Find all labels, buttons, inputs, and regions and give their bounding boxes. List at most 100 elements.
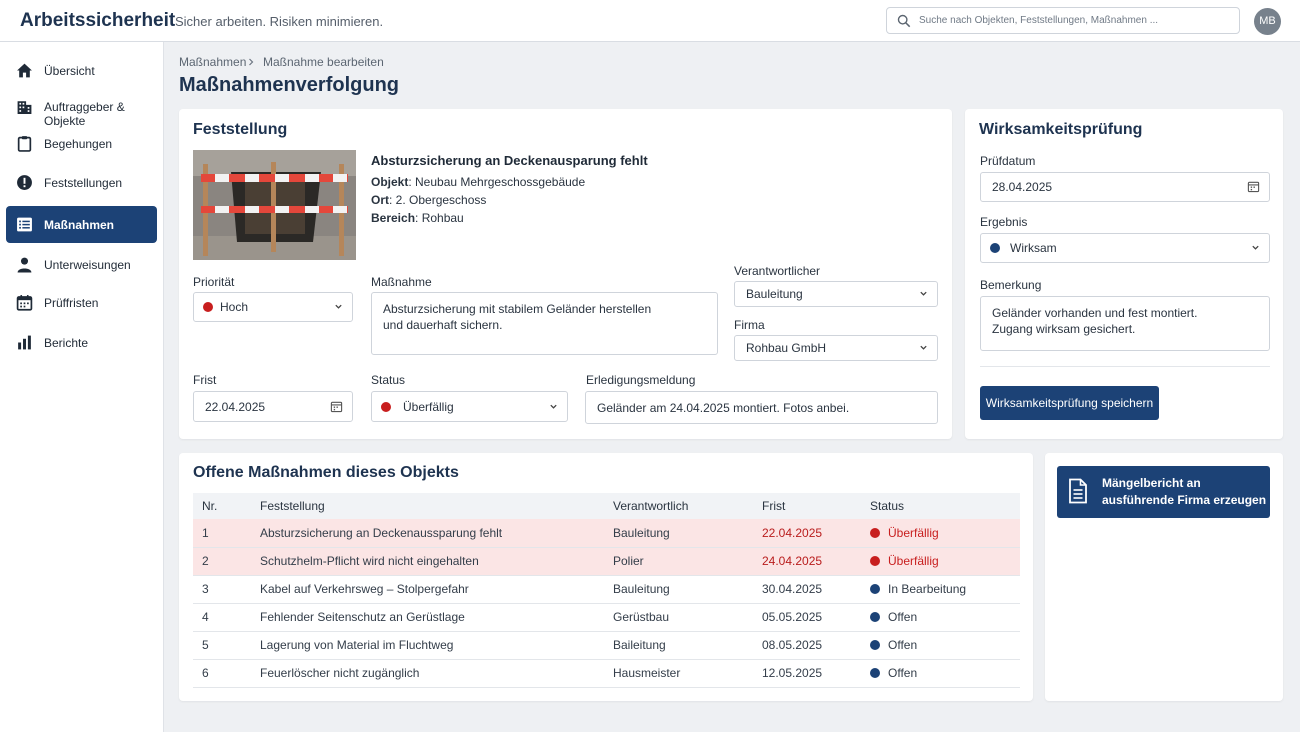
sidebar-item-label: Berichte bbox=[44, 336, 89, 350]
status-text: Überfällig bbox=[888, 554, 939, 568]
status-text: In Bearbeitung bbox=[888, 582, 967, 596]
sidebar-item-label: Feststellungen bbox=[44, 176, 123, 190]
erledigung-value: Geländer am 24.04.2025 montiert. Fotos a… bbox=[597, 400, 850, 415]
table-row[interactable]: 3 Kabel auf Verkehrsweg – Stolpergefahr Ba… bbox=[193, 575, 1020, 604]
app-title[interactable]: Arbeitssicherheit bbox=[20, 10, 175, 32]
cell-frist: 05.05.2025 bbox=[753, 603, 861, 632]
finding-photo[interactable] bbox=[193, 150, 356, 260]
sidebar-item-label: Übersicht bbox=[44, 64, 95, 78]
sidebar-item-auftraggeber[interactable]: Auftraggeber & Objekte bbox=[6, 88, 157, 128]
massnahme-textarea[interactable]: Absturzsicherung mit stabilem Geländer h… bbox=[371, 292, 718, 355]
firma-value: Rohbau GmbH bbox=[746, 341, 827, 355]
sidebar-item-unterweisungen[interactable]: Unterweisungen bbox=[6, 246, 157, 283]
column-header-feststellung[interactable]: Feststellung bbox=[251, 493, 604, 519]
status-text: Offen bbox=[888, 610, 918, 624]
table-row[interactable]: 2 Schutzhelm-Pflicht wird nicht eingehalt… bbox=[193, 547, 1020, 576]
cell-verantwortlich: Hausmeister bbox=[604, 659, 753, 688]
finding-objekt: Objekt: Neubau Mehrgeschossgebäude bbox=[371, 175, 585, 189]
frist-value: 22.04.2025 bbox=[205, 399, 266, 414]
search-input[interactable]: Suche nach Objekten, Feststellungen, Maß… bbox=[886, 7, 1240, 34]
sidebar-item-begehungen[interactable]: Begehungen bbox=[6, 125, 157, 162]
sidebar: Übersicht Auftraggeber & Objekte Begehun… bbox=[0, 42, 164, 732]
bereich-value: : Rohbau bbox=[415, 211, 464, 225]
user-avatar[interactable]: MB bbox=[1254, 8, 1281, 35]
verantwortlicher-select[interactable]: Bauleitung bbox=[734, 281, 938, 307]
sidebar-item-label: Begehungen bbox=[44, 137, 113, 151]
column-header-verantwortlich[interactable]: Verantwortlich bbox=[604, 493, 753, 519]
finding-ort: Ort: 2. Obergeschoss bbox=[371, 193, 486, 207]
bar-chart-icon bbox=[18, 335, 31, 350]
feststellung-card: Feststellung Absturzsicherung an Deckena… bbox=[179, 109, 952, 439]
cell-frist: 08.05.2025 bbox=[753, 631, 861, 660]
save-wirksamkeit-button[interactable]: Wirksamkeitsprüfung speichern bbox=[980, 386, 1159, 420]
prioritaet-select[interactable]: Hoch bbox=[193, 292, 353, 322]
calendar-icon[interactable] bbox=[1247, 180, 1260, 193]
frist-date-input[interactable]: 22.04.2025 bbox=[193, 391, 353, 422]
cell-feststellung: Absturzsicherung an Deckenaussparung feh… bbox=[251, 519, 604, 548]
table-row[interactable]: 1 Absturzsicherung an Deckenaussparung fe… bbox=[193, 519, 1020, 548]
ergebnis-select[interactable]: Wirksam bbox=[980, 233, 1270, 263]
sidebar-item-label: Prüffristen bbox=[44, 296, 99, 310]
bemerkung-value: Geländer vorhanden und fest montiert. Zu… bbox=[992, 306, 1198, 336]
calendar-icon[interactable] bbox=[330, 400, 343, 413]
table-header-row: Nr. Feststellung Verantwortlich Frist St… bbox=[193, 493, 1020, 519]
pruefdatum-value: 28.04.2025 bbox=[992, 180, 1053, 194]
status-text: Offen bbox=[888, 666, 918, 680]
sidebar-item-label: Maßnahmen bbox=[44, 218, 115, 232]
objekt-value: : Neubau Mehrgeschossgebäude bbox=[408, 175, 586, 189]
save-button-label: Wirksamkeitsprüfung speichern bbox=[985, 396, 1154, 410]
sidebar-item-label: Auftraggeber & Objekte bbox=[44, 100, 125, 128]
cell-nr: 3 bbox=[193, 575, 251, 604]
pruefdatum-date-input[interactable]: 28.04.2025 bbox=[980, 172, 1270, 202]
bemerkung-label: Bemerkung bbox=[980, 278, 1042, 292]
sidebar-item-berichte[interactable]: Berichte bbox=[6, 324, 157, 361]
status-text: Offen bbox=[888, 638, 918, 652]
cell-nr: 6 bbox=[193, 659, 251, 688]
column-header-status[interactable]: Status bbox=[861, 493, 1020, 519]
status-dot-icon bbox=[870, 612, 880, 622]
status-dot-icon bbox=[381, 401, 391, 412]
chevron-down-icon bbox=[920, 345, 927, 350]
cell-status: Offen bbox=[861, 659, 1020, 688]
priority-dot-icon bbox=[203, 302, 213, 312]
massnahme-value: Absturzsicherung mit stabilem Geländer h… bbox=[383, 302, 652, 332]
table-row[interactable]: 5 Lagerung von Material im Fluchtweg Baile… bbox=[193, 631, 1020, 660]
cell-feststellung: Kabel auf Verkehrsweg – Stolpergefahr bbox=[251, 575, 604, 604]
objekt-label: Objekt bbox=[371, 175, 409, 189]
building-icon bbox=[17, 101, 32, 114]
cell-verantwortlich: Bauleitung bbox=[604, 575, 753, 604]
sidebar-item-prueffristen[interactable]: Prüffristen bbox=[6, 284, 157, 321]
sidebar-item-feststellungen[interactable]: Feststellungen bbox=[6, 164, 157, 201]
sidebar-item-massnahmen[interactable]: Maßnahmen bbox=[6, 206, 157, 243]
column-header-frist[interactable]: Frist bbox=[753, 493, 861, 519]
status-text: Überfällig bbox=[888, 525, 939, 540]
table-row[interactable]: 6 Feuerlöscher nicht zugänglich Hausmeiste… bbox=[193, 659, 1020, 688]
page-title: Maßnahmenverfolgung bbox=[179, 74, 400, 96]
status-dot-icon bbox=[870, 556, 880, 566]
open-measures-table: Nr. Feststellung Verantwortlich Frist St… bbox=[193, 493, 1020, 688]
person-icon bbox=[17, 257, 32, 273]
cell-verantwortlich: Baileitung bbox=[604, 631, 753, 660]
breadcrumb-current: Maßnahme bearbeiten bbox=[263, 55, 384, 69]
bemerkung-textarea[interactable]: Geländer vorhanden und fest montiert. Zu… bbox=[980, 296, 1270, 351]
sidebar-item-uebersicht[interactable]: Übersicht bbox=[6, 52, 157, 89]
erledigung-input[interactable]: Geländer am 24.04.2025 montiert. Fotos a… bbox=[585, 391, 938, 424]
status-select[interactable]: Überfällig bbox=[371, 391, 568, 422]
alert-icon bbox=[17, 175, 32, 190]
column-header-nr[interactable]: Nr. bbox=[193, 493, 251, 519]
sidebar-item-label: Unterweisungen bbox=[44, 258, 131, 272]
generate-report-button[interactable]: Mängelbericht an ausführende Firma erzeu… bbox=[1057, 466, 1270, 518]
cell-feststellung: Feuerlöscher nicht zugänglich bbox=[251, 659, 604, 688]
status-dot-icon bbox=[870, 668, 880, 678]
cell-verantwortlich: Gerüstbau bbox=[604, 603, 753, 632]
cell-status: In Bearbeitung bbox=[861, 575, 1020, 604]
cell-status: Überfällig bbox=[861, 519, 1020, 548]
breadcrumb-parent[interactable]: Maßnahmen bbox=[179, 55, 246, 69]
cell-nr: 5 bbox=[193, 631, 251, 660]
cell-frist: 12.05.2025 bbox=[753, 659, 861, 688]
table-row[interactable]: 4 Fehlender Seitenschutz an Gerüstlage Ger… bbox=[193, 603, 1020, 632]
firma-select[interactable]: Rohbau GmbH bbox=[734, 335, 938, 361]
status-label: Status bbox=[371, 373, 406, 387]
frist-label: Frist bbox=[193, 373, 217, 387]
cell-verantwortlich: Bauleitung bbox=[604, 519, 753, 548]
